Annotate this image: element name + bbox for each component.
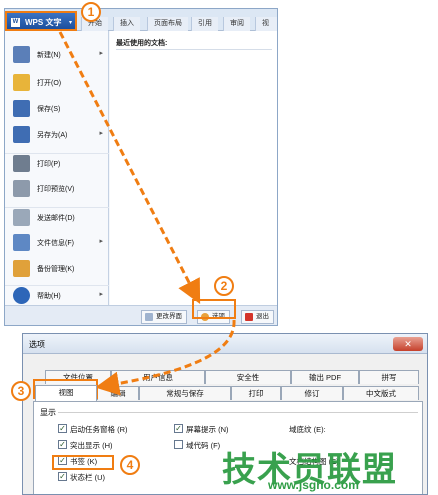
tab-security[interactable]: 安全性 [205,370,291,384]
menu-item-save[interactable]: 保存(S) [5,99,109,119]
menu-item-send-mail[interactable]: 发送邮件(D) [5,207,109,227]
file-info-icon [13,234,30,251]
help-icon [13,287,30,304]
backup-icon [13,260,30,277]
app-menu-list: 新建(N) ▸ 打开(O) 保存(S) 另存为(A) ▸ 打印(P) 打印预览(… [5,31,109,309]
wps-logo-icon: W [11,18,20,27]
checkbox-checked-icon[interactable]: ✓ [174,424,183,433]
tab-insert[interactable]: 插入 [113,17,140,31]
tab-revisions[interactable]: 修订 [281,386,343,400]
close-button[interactable]: ✕ [393,337,423,351]
menu-item-file-info[interactable]: 文件信息(F) ▸ [5,233,109,253]
menu-item-help[interactable]: 帮助(H) ▸ [5,285,109,305]
tab-view[interactable]: 视图 [35,385,97,401]
tab-output-pdf[interactable]: 输出 PDF [291,370,359,384]
step-badge-2: 2 [214,276,234,296]
tab-page-layout[interactable]: 页面布局 [147,17,188,31]
checkbox-checked-icon[interactable]: ✓ [58,440,67,449]
recent-documents-panel: 最近使用的文档: [110,31,277,309]
menu-item-print[interactable]: 打印(P) [5,153,109,173]
step-badge-3: 3 [11,381,31,401]
print-icon [13,155,30,172]
tab-references[interactable]: 引用 [191,17,218,31]
tab-edit[interactable]: 编辑 [97,386,139,400]
chevron-right-icon: ▸ [99,291,103,298]
section-title-display: 显示 [40,408,56,417]
open-folder-icon [13,74,30,91]
divider [116,49,272,50]
step-badge-1: 1 [81,2,101,22]
options-button-highlight [192,299,236,319]
bookmark-option-highlight [52,455,114,470]
dialog-title: 选项 [29,340,45,349]
recent-documents-title: 最近使用的文档: [116,40,168,47]
chevron-down-icon: ▾ [68,20,72,26]
tab-review[interactable]: 审阅 [223,17,250,31]
tab-general-save[interactable]: 常规与保存 [139,386,231,400]
chevron-right-icon: ▸ [99,238,103,245]
checkbox-checked-icon[interactable]: ✓ [58,424,67,433]
wps-app-button[interactable]: W WPS 文字 ▾ [5,11,77,31]
interface-icon [145,313,153,321]
dialog-title-bar: 选项 ✕ [23,334,427,354]
save-as-icon [13,126,30,143]
menu-item-new[interactable]: 新建(N) ▸ [5,45,109,65]
change-ui-button[interactable]: 更改界面 [141,310,187,324]
tab-print[interactable]: 打印 [231,386,281,400]
checkbox-unchecked-icon[interactable] [174,440,183,449]
label-field-shading: 域底纹 (E): [289,425,326,434]
menu-bar: W WPS 文字 ▾ 开始 插入 页面布局 引用 审阅 视图 [5,9,277,41]
new-document-icon [13,46,30,63]
chevron-right-icon: ▸ [99,130,103,137]
wps-menu-screenshot: W WPS 文字 ▾ 开始 插入 页面布局 引用 审阅 视图 新建(N) ▸ 打… [4,8,278,326]
tab-spelling[interactable]: 拼写 [359,370,419,384]
save-icon [13,100,30,117]
menu-item-open[interactable]: 打开(O) [5,73,109,93]
menu-item-save-as[interactable]: 另存为(A) ▸ [5,125,109,145]
chevron-right-icon: ▸ [99,50,103,57]
tab-view[interactable]: 视图 [255,17,277,41]
watermark-url: www.jsgho.com [268,478,359,492]
menu-item-backup[interactable]: 备份管理(K) [5,259,109,279]
tab-chinese-layout[interactable]: 中文版式 [343,386,419,400]
wps-app-button-label: WPS 文字 [25,18,62,27]
step-badge-4: 4 [120,455,140,475]
mail-icon [13,209,30,226]
checkbox-checked-icon[interactable]: ✓ [58,472,67,481]
menu-item-print-preview[interactable]: 打印预览(V) [5,179,109,199]
exit-button[interactable]: 退出 [241,310,274,324]
menu-footer: 更改界面 选项 退出 [5,305,277,325]
exit-icon [245,313,253,321]
tab-user-info[interactable]: 用户信息 [111,370,205,384]
print-preview-icon [13,180,30,197]
divider [58,412,418,413]
